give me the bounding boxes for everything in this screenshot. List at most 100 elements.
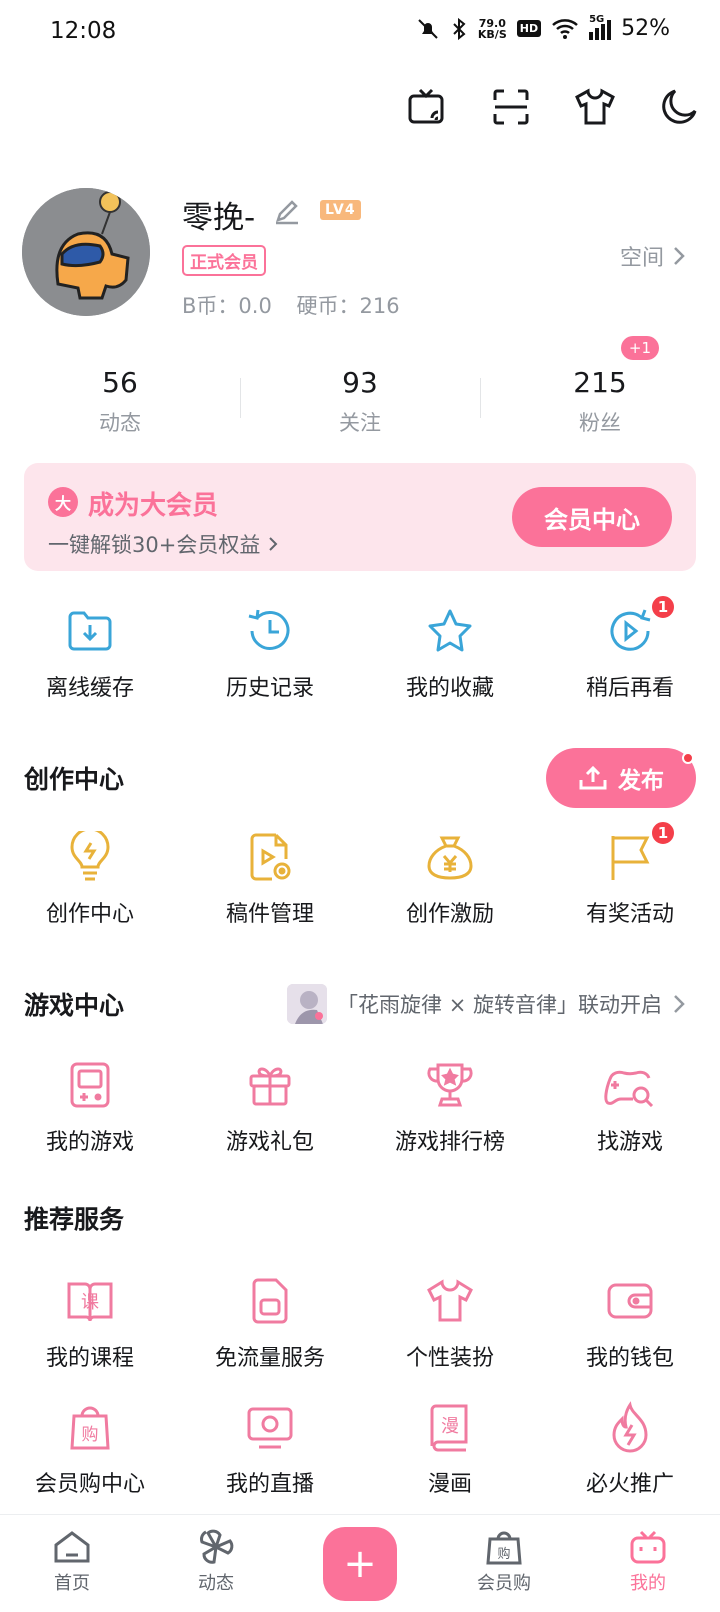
shop-tab-glyph: 购	[497, 1546, 510, 1562]
item-label: 必火推广	[585, 1472, 674, 1497]
bluetooth-icon	[453, 17, 466, 40]
gameboy-icon	[63, 1058, 117, 1112]
manga-item[interactable]: 漫 漫画	[360, 1400, 540, 1498]
publish-label: 发布	[618, 768, 664, 794]
course-book-icon: 课	[63, 1274, 117, 1328]
edit-icon[interactable]	[272, 196, 302, 230]
vip-shop-center-item[interactable]: 购 会员购中心	[0, 1400, 180, 1498]
stat-fans[interactable]: +1 215 粉丝	[480, 336, 720, 450]
item-label: 我的课程	[45, 1346, 134, 1371]
services-section-title: 推荐服务	[24, 1205, 125, 1234]
games-grid: 我的游戏 游戏礼包 游戏排行榜 找游戏	[0, 1058, 720, 1156]
item-label: 离线缓存	[45, 676, 134, 701]
shirt-icon	[423, 1274, 477, 1328]
creation-incentive-item[interactable]: 创作激励	[360, 830, 540, 928]
stat-dynamics[interactable]: 56 动态	[0, 360, 240, 450]
tab-label: 会员购	[477, 1573, 531, 1594]
document-video-icon	[243, 830, 297, 884]
vip-icon: 大	[48, 487, 78, 517]
item-label: 我的游戏	[45, 1130, 134, 1155]
item-label: 历史记录	[225, 676, 314, 701]
shop-glyph: 购	[82, 1425, 99, 1445]
star-icon	[423, 604, 477, 658]
tab-home[interactable]: 首页	[0, 1515, 144, 1612]
item-label: 创作中心	[45, 902, 134, 927]
item-label: 免流量服务	[214, 1346, 325, 1371]
space-link-label: 空间	[619, 246, 664, 271]
item-label: 找游戏	[596, 1130, 663, 1155]
tab-dynamics[interactable]: 动态	[144, 1515, 288, 1612]
status-time: 12:08	[50, 18, 117, 44]
reward-events-item[interactable]: 1 有奖活动	[540, 820, 720, 928]
live-tv-icon	[243, 1400, 297, 1454]
stat-value: 215	[573, 366, 627, 399]
tab-publish[interactable]: +	[288, 1515, 432, 1612]
wallet-item[interactable]: 我的钱包	[540, 1274, 720, 1372]
chevron-right-icon	[269, 537, 278, 551]
hd-badge: HD	[516, 20, 542, 37]
manga-book-icon: 漫	[423, 1400, 477, 1454]
watch-later-item[interactable]: 1 稍后再看	[540, 594, 720, 702]
vip-promo-title: 成为大会员	[88, 491, 219, 521]
item-label: 游戏排行榜	[394, 1130, 505, 1155]
item-label: 个性装扮	[405, 1346, 494, 1371]
tab-vip-shop[interactable]: 购 会员购	[432, 1515, 576, 1612]
sim-card-icon	[243, 1274, 297, 1328]
game-ranking-item[interactable]: 游戏排行榜	[360, 1058, 540, 1156]
my-courses-item[interactable]: 课 我的课程	[0, 1274, 180, 1372]
publish-button[interactable]: 发布	[546, 748, 696, 808]
b-coin-value: 0.0	[238, 294, 272, 318]
net-speed-unit: KB/S	[477, 27, 507, 41]
vip-status-badge: 正式会员	[182, 245, 266, 276]
manuscript-management-item[interactable]: 稿件管理	[180, 830, 360, 928]
upload-icon	[579, 765, 607, 790]
vip-center-button[interactable]: 会员中心	[512, 487, 672, 547]
vip-promo-card[interactable]: 大 成为大会员 一键解锁30+会员权益 会员中心	[24, 463, 696, 571]
favorites-item[interactable]: 我的收藏	[360, 604, 540, 702]
avatar[interactable]	[22, 188, 150, 316]
my-games-item[interactable]: 我的游戏	[0, 1058, 180, 1156]
game-gift-item[interactable]: 游戏礼包	[180, 1058, 360, 1156]
theme-shirt-icon[interactable]	[574, 86, 616, 128]
home-icon	[54, 1531, 90, 1563]
scan-icon[interactable]	[490, 86, 532, 128]
free-data-item[interactable]: 免流量服务	[180, 1274, 360, 1372]
tv-cast-icon[interactable]	[406, 86, 448, 128]
manga-glyph: 漫	[441, 1416, 459, 1437]
publish-dot	[682, 752, 694, 764]
notification-badge: 1	[650, 594, 676, 620]
promotion-item[interactable]: 必火推广	[540, 1400, 720, 1498]
quick-actions-grid: 离线缓存 历史记录 我的收藏 1 稍后再看	[0, 594, 720, 702]
game-promo-banner[interactable]: 「花雨旋律 × 旋转音律」联动开启	[287, 984, 686, 1024]
offline-cache-item[interactable]: 离线缓存	[0, 604, 180, 702]
find-games-item[interactable]: 找游戏	[540, 1058, 720, 1156]
lightbulb-icon	[63, 830, 117, 884]
stat-label: 粉丝	[579, 411, 621, 435]
shopping-bag-icon: 购	[63, 1400, 117, 1454]
gift-icon	[243, 1058, 297, 1112]
status-bar: 12:08 79.0 KB/S HD 5G 52%	[0, 0, 720, 64]
coin-info: B币：0.0 硬币：216	[182, 290, 400, 320]
dress-up-item[interactable]: 个性装扮	[360, 1274, 540, 1372]
cellular-icon: 5G	[589, 14, 612, 40]
tab-mine[interactable]: 我的	[576, 1515, 720, 1612]
item-label: 游戏礼包	[225, 1130, 314, 1155]
item-label: 创作激励	[405, 902, 494, 927]
creation-section-title: 创作中心	[24, 765, 125, 794]
item-label: 我的直播	[225, 1472, 314, 1497]
stat-following[interactable]: 93 关注	[240, 360, 480, 450]
services-grid-row-1: 课 我的课程 免流量服务 个性装扮 我的钱包	[0, 1274, 720, 1372]
net-speed: 79.0 KB/S	[478, 18, 507, 40]
pinwheel-icon	[200, 1529, 234, 1564]
night-mode-icon[interactable]	[658, 86, 700, 128]
stat-label: 关注	[339, 411, 381, 435]
bottom-tab-bar: 首页 动态 + 购 会员购 我的	[0, 1514, 720, 1612]
my-live-item[interactable]: 我的直播	[180, 1400, 360, 1498]
item-label: 我的钱包	[585, 1346, 674, 1371]
item-label: 我的收藏	[405, 676, 494, 701]
space-link[interactable]: 空间	[620, 240, 686, 272]
history-item[interactable]: 历史记录	[180, 604, 360, 702]
coin-label: 硬币：	[296, 294, 360, 318]
wifi-icon	[552, 18, 578, 39]
creation-center-item[interactable]: 创作中心	[0, 830, 180, 928]
